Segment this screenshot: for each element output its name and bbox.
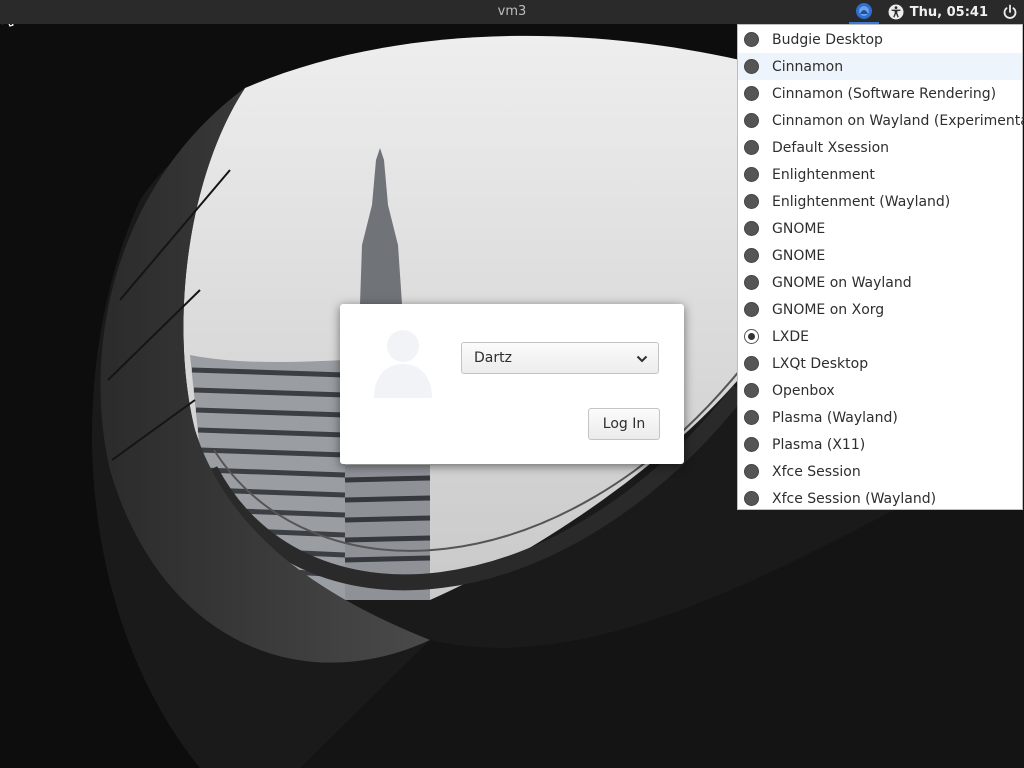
power-icon	[1003, 4, 1017, 19]
radio-unselected-icon	[744, 140, 759, 155]
session-item[interactable]: GNOME on Xorg	[738, 296, 1022, 323]
session-item-label: Xfce Session	[772, 463, 861, 480]
user-select-dropdown[interactable]: Dartz	[461, 342, 659, 374]
session-item-label: Enlightenment	[772, 166, 875, 183]
session-item[interactable]: LXQt Desktop	[738, 350, 1022, 377]
session-item-label: Plasma (Wayland)	[772, 409, 898, 426]
session-item[interactable]: GNOME	[738, 215, 1022, 242]
session-item[interactable]: Plasma (X11)	[738, 431, 1022, 458]
session-item[interactable]: GNOME on Wayland	[738, 269, 1022, 296]
accessibility-icon	[888, 4, 904, 20]
session-item[interactable]: Xfce Session (Wayland)	[738, 485, 1022, 512]
user-avatar-icon	[374, 330, 432, 398]
session-icon	[855, 3, 872, 19]
session-item-label: Cinnamon	[772, 58, 844, 75]
radio-unselected-icon	[744, 86, 759, 101]
session-item[interactable]: Enlightenment	[738, 161, 1022, 188]
session-item-label: Budgie Desktop	[772, 31, 883, 48]
radio-unselected-icon	[744, 59, 759, 74]
session-indicator-button[interactable]	[848, 0, 879, 24]
session-item[interactable]: Budgie Desktop	[738, 26, 1022, 53]
radio-unselected-icon	[744, 167, 759, 182]
session-item-label: GNOME on Wayland	[772, 274, 912, 291]
selected-user: Dartz	[474, 350, 512, 366]
panel-indicators: Thu, 05:41	[848, 0, 1024, 24]
session-menu: Budgie Desktop Cinnamon Cinnamon (Software…	[737, 24, 1024, 512]
session-item-label: Xfce Session (Wayland)	[772, 490, 937, 507]
session-item[interactable]: GNOME	[738, 242, 1022, 269]
session-item-label: LXQt Desktop	[772, 355, 869, 372]
session-item-label: Cinnamon on Wayland (Experimental)	[772, 112, 1024, 129]
radio-unselected-icon	[744, 32, 759, 47]
clock-label[interactable]: Thu, 05:41	[910, 5, 988, 20]
radio-unselected-icon	[744, 113, 759, 128]
login-dialog: Dartz Log In	[340, 304, 684, 464]
login-button[interactable]: Log In	[588, 408, 660, 440]
session-item[interactable]: Xfce Session	[738, 458, 1022, 485]
session-item-label: Default Xsession	[772, 139, 890, 156]
radio-unselected-icon	[744, 194, 759, 209]
session-item-label: GNOME	[772, 220, 826, 237]
radio-unselected-icon	[744, 491, 759, 506]
session-item-label: Plasma (X11)	[772, 436, 866, 453]
session-item[interactable]: LXDE	[738, 323, 1022, 350]
session-item[interactable]: Plasma (Wayland)	[738, 404, 1022, 431]
radio-unselected-icon	[744, 221, 759, 236]
session-item[interactable]: Openbox	[738, 377, 1022, 404]
chevron-down-icon	[636, 355, 648, 363]
radio-unselected-icon	[744, 248, 759, 263]
session-item[interactable]: Cinnamon	[738, 53, 1022, 80]
session-item-label: LXDE	[772, 328, 810, 345]
session-item-label: Enlightenment (Wayland)	[772, 193, 951, 210]
radio-selected-icon	[744, 329, 759, 344]
session-item-label: Openbox	[772, 382, 835, 399]
radio-unselected-icon	[744, 383, 759, 398]
session-item-label: GNOME on Xorg	[772, 301, 885, 318]
session-item-label: Cinnamon (Software Rendering)	[772, 85, 997, 102]
radio-unselected-icon	[744, 302, 759, 317]
radio-unselected-icon	[744, 275, 759, 290]
session-item[interactable]: Cinnamon (Software Rendering)	[738, 80, 1022, 107]
radio-unselected-icon	[744, 464, 759, 479]
top-panel: vm3 Thu, 05:41	[0, 0, 1024, 24]
session-item[interactable]: Enlightenment (Wayland)	[738, 188, 1022, 215]
radio-unselected-icon	[744, 410, 759, 425]
radio-unselected-icon	[744, 437, 759, 452]
radio-unselected-icon	[744, 356, 759, 371]
session-item[interactable]: Default Xsession	[738, 134, 1022, 161]
accessibility-button[interactable]	[885, 0, 907, 24]
session-item-label: GNOME	[772, 247, 826, 264]
session-item[interactable]: Cinnamon on Wayland (Experimental)	[738, 107, 1024, 134]
power-button[interactable]	[998, 0, 1022, 24]
